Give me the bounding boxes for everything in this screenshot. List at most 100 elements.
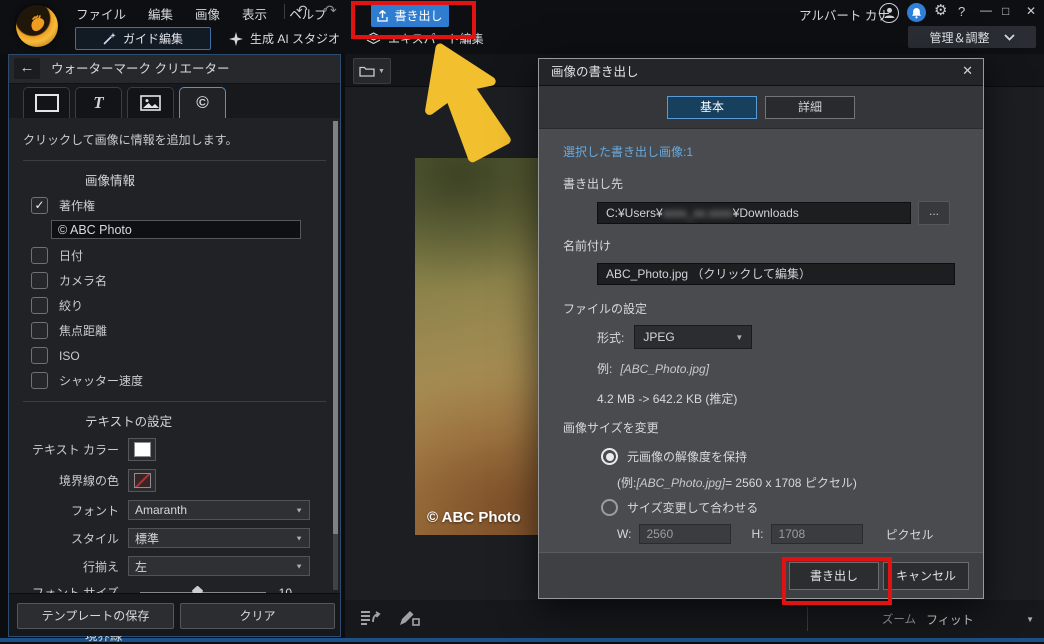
save-template-button[interactable]: テンプレートの保存 — [17, 603, 174, 629]
manage-adjust-label: 管理＆調整 — [929, 30, 990, 45]
font-dropdown[interactable]: Amaranth ▼ — [128, 500, 310, 520]
filename-field[interactable]: ABC_Photo.jpg （クリックして編集） — [597, 263, 955, 285]
copyright-checkbox[interactable]: ✓ — [31, 197, 48, 214]
generative-ai-studio-tab[interactable]: 生成 AI スタジオ — [229, 30, 340, 47]
path-hidden-blur: xxxx_xx.xxxx — [662, 206, 733, 220]
path-prefix: C:¥Users¥ — [606, 206, 663, 220]
style-row: スタイル 標準 ▼ — [23, 528, 326, 548]
checkbox-row-iso: ISO — [31, 347, 326, 364]
guided-edit-tab[interactable]: ガイド編集 — [75, 27, 211, 50]
browse-button[interactable]: ... — [918, 201, 950, 225]
dropdown-arrow-icon: ▼ — [295, 506, 303, 514]
menu-edit[interactable]: 編集 — [148, 4, 173, 23]
tab-basic[interactable]: 基本 — [667, 96, 757, 119]
focal-length-label: 焦点距離 — [59, 324, 108, 338]
guided-edit-label: ガイド編集 — [122, 32, 183, 46]
settings-gear-icon[interactable]: ⚙ — [934, 2, 947, 20]
scrollbar-thumb[interactable] — [333, 121, 338, 534]
width-input[interactable] — [639, 524, 732, 544]
panel-scrollbar[interactable] — [333, 121, 338, 590]
file-settings-label: ファイルの設定 — [563, 302, 648, 316]
cancel-button[interactable]: キャンセル — [883, 562, 969, 590]
text-color-swatch[interactable] — [128, 438, 156, 461]
style-dropdown[interactable]: 標準 ▼ — [128, 528, 310, 548]
dimensions-row: W: H: ピクセル — [617, 524, 983, 544]
dialog-body: 選択した書き出し画像:1 書き出し先 C:¥Users¥xxxx_xx.xxxx… — [539, 129, 983, 544]
keep-example-prefix: (例: — [617, 476, 637, 490]
open-folder-button[interactable]: ▼ — [353, 58, 391, 84]
menu-image[interactable]: 画像 — [195, 4, 220, 23]
copyright-icon: © — [196, 93, 209, 112]
redo-icon[interactable]: ↷ — [325, 2, 337, 19]
example-label: 例: — [597, 362, 613, 376]
menu-view[interactable]: 表示 — [242, 4, 267, 23]
iso-checkbox[interactable] — [31, 347, 48, 364]
format-dropdown[interactable]: JPEG ▼ — [634, 325, 753, 349]
tab-copyright[interactable]: © — [179, 87, 226, 118]
dropdown-arrow-icon: ▼ — [378, 67, 385, 75]
tab-image[interactable] — [127, 87, 174, 118]
focal-length-checkbox[interactable] — [31, 322, 48, 339]
frame-icon — [34, 94, 59, 112]
divider — [23, 160, 326, 161]
checkbox-row-date: 日付 — [31, 247, 326, 264]
watermark-text[interactable]: © ABC Photo — [427, 509, 521, 526]
checkbox-row-copyright: ✓ 著作権 — [31, 197, 326, 214]
resize-section-label: 画像サイズを変更 — [563, 421, 659, 435]
aperture-checkbox[interactable] — [31, 297, 48, 314]
menu-file[interactable]: ファイル — [76, 4, 126, 23]
panel-title: ウォーターマーク クリエーター — [51, 62, 230, 76]
window-maximize-button[interactable]: □ — [1002, 4, 1009, 18]
checkbox-row-camera: カメラ名 — [31, 272, 326, 289]
checkbox-row-focal-length: 焦点距離 — [31, 322, 326, 339]
width-label: W: — [617, 527, 632, 541]
camera-checkbox[interactable] — [31, 272, 48, 289]
camera-label: カメラ名 — [59, 274, 108, 288]
selected-images-info: 選択した書き出し画像:1 — [563, 145, 694, 159]
align-dropdown[interactable]: 左 ▼ — [128, 556, 310, 576]
zoom-control: ズーム フィット ▼ — [882, 600, 1034, 638]
window-minimize-button[interactable]: — — [980, 3, 992, 17]
height-input[interactable] — [771, 524, 864, 544]
dialog-title: 画像の書き出し — [551, 65, 639, 79]
help-icon[interactable]: ? — [958, 4, 965, 19]
destination-row: C:¥Users¥xxxx_xx.xxxx¥Downloads ... — [597, 201, 983, 225]
account-avatar-icon[interactable] — [879, 3, 899, 23]
menu-divider — [284, 4, 285, 19]
edit-pencil-icon[interactable] — [397, 608, 421, 628]
align-row: 行揃え 左 ▼ — [23, 556, 326, 576]
border-color-row: 境界線の色 — [23, 469, 326, 492]
border-color-swatch[interactable] — [128, 469, 156, 492]
keep-resolution-radio[interactable] — [601, 448, 618, 465]
tab-advanced[interactable]: 詳細 — [765, 96, 855, 119]
menubar: ファイル 編集 画像 表示 ヘルプ — [76, 4, 327, 23]
date-checkbox[interactable] — [31, 247, 48, 264]
zoom-dropdown[interactable]: フィット ▼ — [926, 609, 1034, 629]
resize-fit-radio[interactable] — [601, 499, 618, 516]
font-row: フォント Amaranth ▼ — [23, 500, 326, 520]
undo-icon[interactable]: ↶ — [296, 2, 308, 19]
photodirector-logo-icon — [16, 5, 58, 47]
toolbar-divider — [807, 607, 808, 631]
magic-wand-icon — [103, 32, 116, 45]
tab-text[interactable]: T — [75, 87, 122, 118]
clear-button[interactable]: クリア — [180, 603, 335, 629]
destination-path-field[interactable]: C:¥Users¥xxxx_xx.xxxx¥Downloads — [597, 202, 911, 224]
tab-frame[interactable] — [23, 87, 70, 118]
window-close-button[interactable]: ✕ — [1026, 4, 1036, 18]
keep-example-filename: [ABC_Photo.jpg] — [636, 475, 726, 490]
shutter-label: シャッター速度 — [59, 374, 144, 388]
back-button[interactable]: ← — [14, 58, 40, 79]
batch-export-list-icon[interactable] — [359, 608, 381, 628]
text-color-label: テキスト カラー — [32, 443, 119, 457]
shutter-checkbox[interactable] — [31, 372, 48, 389]
align-value: 左 — [135, 559, 148, 574]
notifications-bell-icon[interactable] — [907, 3, 926, 22]
panel-bottom-bar: テンプレートの保存 クリア — [9, 593, 340, 636]
dropdown-arrow-icon: ▼ — [1026, 614, 1034, 624]
dialog-close-icon[interactable]: ✕ — [962, 63, 973, 79]
annotation-red-box-export — [782, 557, 892, 605]
copyright-text-input[interactable] — [51, 220, 301, 239]
dialog-titlebar: 画像の書き出し ✕ — [539, 59, 983, 86]
manage-adjust-button[interactable]: 管理＆調整 — [908, 26, 1036, 48]
